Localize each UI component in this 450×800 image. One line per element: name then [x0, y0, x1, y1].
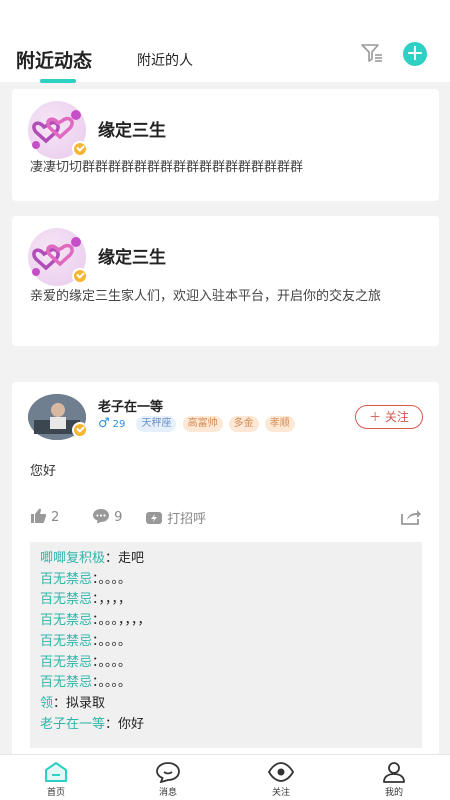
gender-age-tag: ♂ 29 — [98, 416, 131, 432]
share-icon[interactable] — [400, 508, 422, 530]
comment-author[interactable]: 百无禁忌 — [40, 675, 92, 690]
post-actions: 2 9 打招呼 — [30, 508, 422, 528]
comment-author[interactable]: 领 — [40, 696, 53, 711]
filter-icon[interactable] — [360, 42, 384, 64]
comment-text: 。。。。 — [98, 675, 132, 691]
comment-author[interactable]: 老子在一等 — [40, 717, 105, 732]
eye-icon — [267, 762, 295, 782]
group-name: 缘定三生 — [98, 248, 166, 268]
comment-item[interactable]: 百无禁忌：。。。。 — [40, 673, 412, 694]
comment-author[interactable]: 唧唧复积极 — [40, 551, 105, 566]
comment-text: ，，，， — [98, 592, 132, 608]
thumbs-up-icon — [31, 508, 47, 523]
group-card[interactable]: 缘定三生 亲爱的缘定三生家人们，欢迎入驻本平台，开启你的交友之旅 — [12, 216, 439, 346]
tag-constellation: 天秤座 — [136, 416, 177, 432]
comment-text: 走吧 — [118, 551, 145, 566]
active-tab-indicator — [40, 79, 76, 83]
group-avatar — [28, 101, 88, 159]
bottom-nav: 首页 消息 关注 我的 — [0, 754, 450, 800]
comment-text: 。。。。 — [98, 654, 132, 670]
tag-trait: 多金 — [228, 416, 259, 432]
comment-button[interactable]: 9 — [92, 508, 122, 525]
comment-item[interactable]: 百无禁忌：。。。。 — [40, 570, 412, 591]
message-icon — [156, 762, 180, 783]
comment-author[interactable]: 百无禁忌 — [40, 655, 92, 670]
male-icon: ♂ — [98, 416, 110, 431]
comment-item[interactable]: 百无禁忌：。。。。 — [40, 653, 412, 674]
tag-trait: 孝顺 — [264, 416, 295, 432]
comment-author[interactable]: 百无禁忌 — [40, 634, 92, 649]
group-description: 亲爱的缘定三生家人们，欢迎入驻本平台，开启你的交友之旅 — [30, 289, 382, 304]
nav-follow-label: 关注 — [271, 788, 290, 798]
verified-badge-icon — [72, 268, 88, 284]
comment-author[interactable]: 百无禁忌 — [40, 572, 92, 587]
nav-messages-label: 消息 — [158, 788, 177, 798]
comment-item[interactable]: 百无禁忌：。。。。 — [40, 632, 412, 653]
tag-trait: 高富帅 — [182, 416, 223, 432]
nav-home-label: 首页 — [46, 788, 65, 798]
comment-text: 。。。。 — [98, 571, 132, 587]
comment-item[interactable]: 老子在一等：你好 — [40, 715, 412, 736]
comment-icon — [93, 509, 109, 524]
user-tags: ♂ 29 天秤座 高富帅 多金 孝顺 — [98, 416, 308, 436]
post-card[interactable]: 老子在一等 ♂ 29 天秤座 高富帅 多金 孝顺 ＋ 关注 您好 2 9 打招呼… — [12, 382, 439, 782]
tab-nearby-posts[interactable]: 附近动态 — [16, 46, 92, 73]
home-icon — [45, 762, 67, 782]
comment-item[interactable]: 百无禁忌：。。。，，，， — [40, 611, 412, 632]
nav-mine[interactable]: 我的 — [364, 761, 424, 798]
comment-author[interactable]: 百无禁忌 — [40, 613, 92, 628]
comment-text: 你好 — [118, 716, 145, 732]
nav-messages[interactable]: 消息 — [138, 761, 198, 798]
verified-badge-icon — [72, 422, 88, 438]
greet-icon — [146, 512, 162, 524]
group-card[interactable]: 缘定三生 凄凄切切群群群群群群群群群群群群群群群群群 — [12, 89, 439, 201]
nav-mine-label: 我的 — [384, 788, 403, 798]
user-icon — [383, 762, 405, 783]
tab-nearby-people[interactable]: 附近的人 — [137, 50, 193, 70]
comment-item[interactable]: 唧唧复积极：走吧 — [40, 549, 412, 570]
like-button[interactable]: 2 — [30, 508, 59, 525]
group-name: 缘定三生 — [98, 121, 166, 141]
comment-author[interactable]: 百无禁忌 — [40, 592, 92, 607]
group-avatar — [28, 228, 88, 286]
nav-home[interactable]: 首页 — [26, 761, 86, 798]
greet-button[interactable]: 打招呼 — [145, 508, 206, 527]
nav-follow[interactable]: 关注 — [251, 761, 311, 798]
user-avatar[interactable] — [28, 394, 88, 440]
comment-text: 拟录取 — [66, 695, 106, 711]
comment-text: 。。。，，，， — [98, 613, 151, 629]
user-name[interactable]: 老子在一等 — [98, 396, 163, 415]
add-post-icon[interactable]: + — [403, 42, 427, 66]
comment-item[interactable]: 百无禁忌：，，，， — [40, 590, 412, 611]
comment-text: 。。。。 — [98, 633, 132, 649]
plus-icon: ＋ — [369, 410, 382, 424]
follow-button[interactable]: ＋ 关注 — [355, 405, 423, 429]
top-header: 附近动态 附近的人 + — [0, 0, 450, 83]
group-description: 凄凄切切群群群群群群群群群群群群群群群群群 — [30, 160, 304, 175]
verified-badge-icon — [72, 141, 88, 157]
post-content: 您好 — [30, 464, 57, 479]
comment-list: 唧唧复积极：走吧 百无禁忌：。。。。 百无禁忌：，，，， 百无禁忌：。。。，，，… — [30, 542, 422, 748]
comment-item[interactable]: 领：拟录取 — [40, 694, 412, 715]
